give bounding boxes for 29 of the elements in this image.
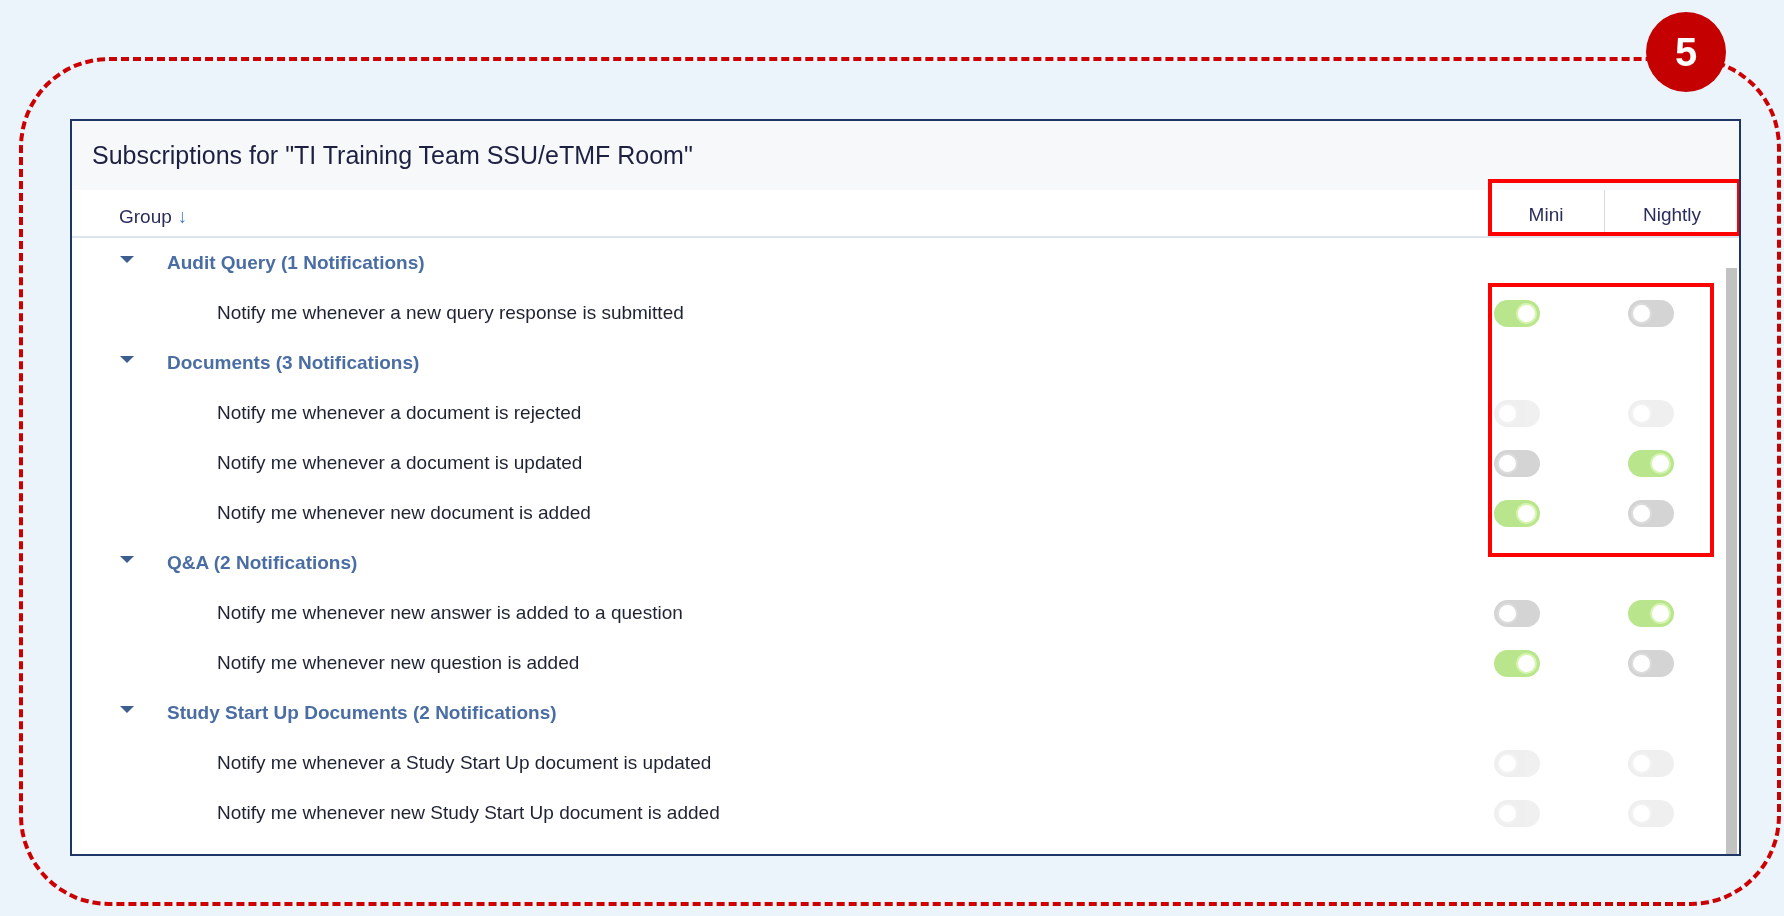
panel-title: Subscriptions for "TI Training Team SSU/eTMF Room" <box>72 121 1739 190</box>
toggle-switch[interactable] <box>1628 449 1674 477</box>
toggle-switch[interactable] <box>1628 299 1674 327</box>
column-header[interactable]: Group <box>119 206 172 228</box>
toggle-switch[interactable] <box>1494 449 1540 477</box>
toggle-switch[interactable] <box>1494 599 1540 627</box>
toggle-switch[interactable] <box>1628 499 1674 527</box>
notification-label: Notify me whenever new Study Start Up document is added <box>217 802 720 823</box>
notification-label: Notify me whenever a document is rejected <box>217 402 582 423</box>
notification-label: Notify me whenever new question is added <box>217 652 580 673</box>
sort-arrow-icon[interactable]: ↓ <box>177 206 188 228</box>
group-label: Audit Query (1 Notifications) <box>167 252 425 274</box>
toggle-switch[interactable] <box>1494 499 1540 527</box>
column-header: Nightly <box>1642 204 1702 227</box>
notification-label: Notify me whenever new document is added <box>217 502 591 523</box>
group-label: Study Start Up Documents (2 Notifications) <box>167 702 557 724</box>
toggle-switch[interactable] <box>1628 649 1674 677</box>
notification-label: Notify me whenever a Study Start Up document is updated <box>217 752 712 773</box>
scrollbar[interactable] <box>1726 268 1737 854</box>
toggle-switch[interactable] <box>1628 599 1674 627</box>
column-header: Mini <box>1528 204 1564 227</box>
step-badge: 5 <box>1646 12 1726 92</box>
toggle-switch[interactable] <box>1494 299 1540 327</box>
notification-label: Notify me whenever new answer is added to a question <box>217 602 683 623</box>
toggle-switch[interactable] <box>1494 649 1540 677</box>
group-label: Q&A (2 Notifications) <box>167 552 358 574</box>
notification-label: Notify me whenever a new query response is submitted <box>217 302 684 323</box>
group-label: Documents (3 Notifications) <box>167 352 420 374</box>
notification-label: Notify me whenever a document is updated <box>217 452 583 473</box>
